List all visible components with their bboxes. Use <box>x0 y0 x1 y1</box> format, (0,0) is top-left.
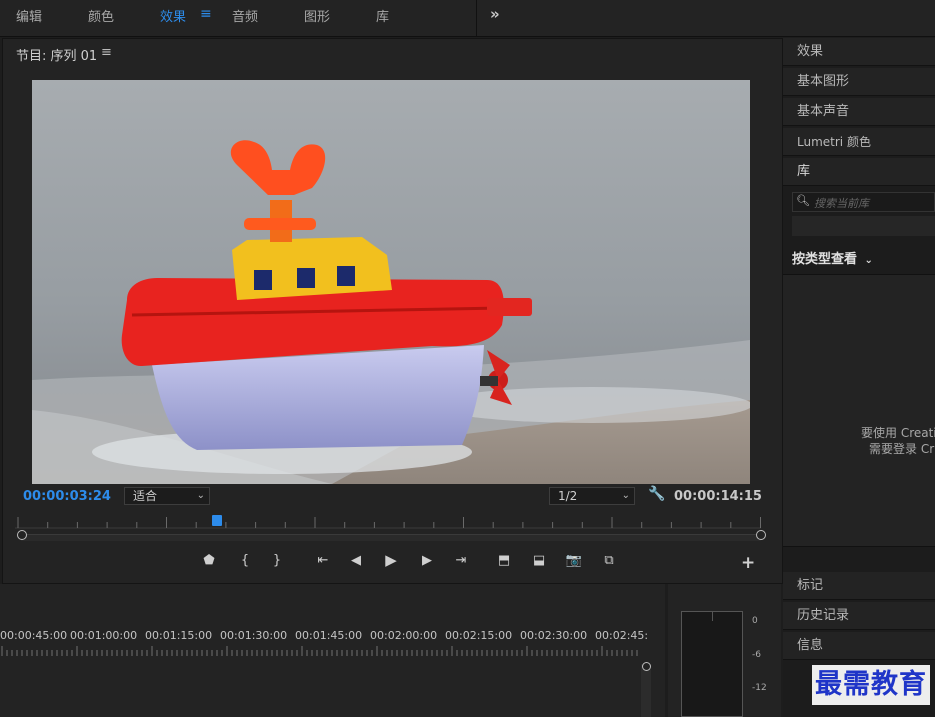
audio-meter-panel: 0 -6 -12 <box>668 584 781 717</box>
panel-info[interactable]: 信息 <box>783 632 935 660</box>
step-forward-button[interactable]: ▶ <box>417 553 437 568</box>
time-ruler[interactable] <box>15 515 761 529</box>
timeline-vertical-scrollbar[interactable] <box>641 664 651 717</box>
tab-audio[interactable]: 音频 <box>232 6 258 25</box>
settings-wrench-icon[interactable]: 🔧 <box>648 486 665 502</box>
timeline-time-label: 00:01:45:00 <box>295 629 363 642</box>
duration-timecode: 00:00:14:15 <box>674 489 762 504</box>
watermark-logo: 最需教育 <box>812 665 930 705</box>
chevron-down-icon: ⌄ <box>196 490 205 501</box>
chevron-down-icon: ⌄ <box>864 255 873 266</box>
playback-resolution-select[interactable]: 1/2 ⌄ <box>549 487 635 505</box>
scrollbar-handle[interactable] <box>642 662 651 671</box>
mark-in-button[interactable]: { <box>235 553 255 568</box>
panel-menu-icon[interactable]: ≡ <box>101 45 112 60</box>
timeline-time-label: 00:00:45:00 <box>0 629 68 642</box>
library-dropdown[interactable] <box>792 216 935 236</box>
panel-title[interactable]: 节目: 序列 01 <box>16 45 97 64</box>
panel-essential-graphics[interactable]: 基本图形 <box>783 68 935 96</box>
comparison-view-button[interactable]: ⧉ <box>599 553 619 568</box>
timeline-time-label: 00:01:30:00 <box>220 629 288 642</box>
workspace-menu-icon[interactable]: ≡ <box>200 6 212 22</box>
go-to-in-button[interactable]: ⇤ <box>313 553 333 568</box>
button-editor-add-icon[interactable]: + <box>741 553 755 573</box>
playback-resolution-value: 1/2 <box>558 489 578 503</box>
view-by-type-label: 按类型查看 <box>792 252 858 267</box>
panel-libraries[interactable]: 库 <box>783 158 935 186</box>
video-frame[interactable] <box>32 80 750 484</box>
library-message-line1: 要使用 Creative <box>861 426 935 440</box>
tab-edit[interactable]: 编辑 <box>16 6 42 25</box>
timeline-time-label: 00:02:45: <box>595 629 649 642</box>
tab-libraries[interactable]: 库 <box>376 6 389 25</box>
tab-graphics[interactable]: 图形 <box>304 6 330 25</box>
step-back-button[interactable]: ◀ <box>346 553 366 568</box>
chevron-down-icon: ⌄ <box>621 490 630 501</box>
toy-boat-image <box>32 80 750 484</box>
right-panels: 效果 基本图形 基本声音 Lumetri 颜色 库 🔍︎ 搜索当前库 按类型查看… <box>783 38 935 717</box>
db-label: -6 <box>752 650 761 660</box>
play-button[interactable]: ▶ <box>381 551 401 569</box>
timeline-time-label: 00:01:15:00 <box>145 629 213 642</box>
meter-divider <box>712 611 713 621</box>
timeline-time-label: 00:02:15:00 <box>445 629 513 642</box>
mark-out-button[interactable]: } <box>267 553 287 568</box>
audio-meter <box>681 611 743 717</box>
view-by-type-dropdown[interactable]: 按类型查看 ⌄ <box>792 248 873 267</box>
panel-effects[interactable]: 效果 <box>783 38 935 66</box>
zoom-handle-right[interactable] <box>756 530 766 540</box>
zoom-handle-left[interactable] <box>17 530 27 540</box>
program-monitor-panel: 节目: 序列 01 ≡ 00:00:03:24 适合 ⌄ 1/2 ⌄ 🔧 00:… <box>2 38 783 584</box>
panel-history[interactable]: 历史记录 <box>783 602 935 630</box>
library-search-input[interactable]: 🔍︎ 搜索当前库 <box>792 192 935 212</box>
search-icon: 🔍︎ <box>796 194 810 207</box>
timeline-time-label: 00:02:00:00 <box>370 629 438 642</box>
go-to-out-button[interactable]: ⇥ <box>451 553 471 568</box>
timeline-panel: 00:00:45:00 00:01:00:00 00:01:15:00 00:0… <box>0 584 665 717</box>
divider <box>476 0 477 36</box>
library-content-area <box>783 274 935 547</box>
workspace-bar: 编辑 颜色 效果 ≡ 音频 图形 库 » <box>0 0 935 37</box>
extract-button[interactable]: ⬓ <box>529 553 549 568</box>
export-frame-camera-icon[interactable]: 📷 <box>564 553 584 568</box>
tab-color[interactable]: 颜色 <box>88 6 114 25</box>
panel-lumetri-color[interactable]: Lumetri 颜色 <box>783 128 935 156</box>
more-workspaces-icon[interactable]: » <box>490 5 500 23</box>
playhead[interactable] <box>212 515 222 526</box>
current-timecode[interactable]: 00:00:03:24 <box>23 489 111 504</box>
db-label: 0 <box>752 616 758 626</box>
zoom-scroll-bar[interactable] <box>21 534 761 541</box>
zoom-level-select[interactable]: 适合 ⌄ <box>124 487 210 505</box>
add-marker-button[interactable]: ⬟ <box>199 553 219 568</box>
panel-markers[interactable]: 标记 <box>783 572 935 600</box>
db-label: -12 <box>752 683 767 693</box>
tab-effects[interactable]: 效果 <box>160 6 186 25</box>
panel-essential-sound[interactable]: 基本声音 <box>783 98 935 126</box>
lift-button[interactable]: ⬒ <box>494 553 514 568</box>
timeline-time-label: 00:02:30:00 <box>520 629 588 642</box>
zoom-level-value: 适合 <box>133 489 158 503</box>
library-message-line2: 需要登录 Cr <box>869 442 935 456</box>
timeline-ruler[interactable] <box>0 646 640 656</box>
search-placeholder: 搜索当前库 <box>814 197 869 210</box>
timeline-time-label: 00:01:00:00 <box>70 629 138 642</box>
